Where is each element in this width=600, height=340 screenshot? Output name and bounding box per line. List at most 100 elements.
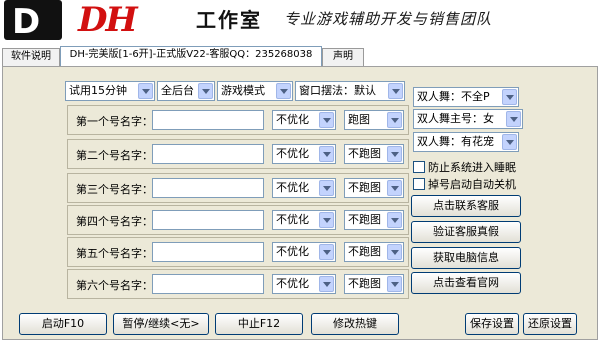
- account-label: 第四个号名字：: [76, 215, 153, 228]
- run-map-value: 不跑图: [348, 181, 381, 194]
- prevent-sleep-label: 防止系统进入睡眠: [428, 161, 516, 174]
- dance-p-select[interactable]: 双人舞：不全P: [413, 87, 519, 107]
- optimize-select-2[interactable]: 不优化: [272, 144, 336, 164]
- dance-pet-select[interactable]: 双人舞：有花宠: [413, 132, 519, 152]
- run-map-select-3[interactable]: 不跑图: [344, 178, 404, 198]
- reset-settings-button[interactable]: 还原设置: [523, 313, 577, 335]
- background-select[interactable]: 全后台: [157, 81, 215, 101]
- contact-support-button[interactable]: 点击联系客服: [411, 195, 521, 217]
- logo-letter: D: [12, 2, 41, 42]
- chevron-down-icon: [319, 146, 334, 162]
- edit-hotkey-button[interactable]: 修改热键: [311, 313, 399, 335]
- chevron-down-icon: [387, 146, 402, 162]
- chevron-down-icon: [138, 83, 153, 99]
- run-map-value: 不跑图: [348, 213, 381, 226]
- optimize-select-4[interactable]: 不优化: [272, 210, 336, 230]
- account-name-input-2[interactable]: [152, 144, 264, 164]
- dance-pet-value: 双人舞：有花宠: [417, 135, 494, 148]
- optimize-value: 不优化: [276, 181, 309, 194]
- optimize-select-6[interactable]: 不优化: [272, 274, 336, 294]
- account-row-6: 第六个号名字： 不优化 不跑图: [67, 269, 409, 299]
- run-map-value: 不跑图: [348, 245, 381, 258]
- run-map-select-2[interactable]: 不跑图: [344, 144, 404, 164]
- account-label: 第一个号名字：: [76, 115, 153, 128]
- optimize-value: 不优化: [276, 277, 309, 290]
- dance-p-value: 双人舞：不全P: [417, 90, 490, 103]
- run-map-select-6[interactable]: 不跑图: [344, 274, 404, 294]
- trial-value: 试用15分钟: [69, 84, 127, 97]
- window-layout-select[interactable]: 窗口摆法：默认: [295, 81, 405, 101]
- tab-software-info[interactable]: 软件说明: [2, 48, 60, 66]
- account-label: 第六个号名字：: [76, 279, 153, 292]
- run-map-value: 跑图: [348, 113, 370, 126]
- app-banner: D DH 工作室 专业游戏辅助开发与销售团队: [0, 0, 600, 44]
- chevron-down-icon: [319, 244, 334, 260]
- account-row-5: 第五个号名字： 不优化 不跑图: [67, 237, 409, 267]
- chevron-down-icon: [387, 180, 402, 196]
- optimize-select-1[interactable]: 不优化: [272, 110, 336, 130]
- account-label: 第三个号名字：: [76, 183, 153, 196]
- optimize-value: 不优化: [276, 245, 309, 258]
- chevron-down-icon: [387, 276, 402, 292]
- chevron-down-icon: [387, 244, 402, 260]
- account-row-3: 第三个号名字： 不优化 不跑图: [67, 173, 409, 203]
- chevron-down-icon: [319, 180, 334, 196]
- account-label: 第五个号名字：: [76, 247, 153, 260]
- prevent-sleep-checkbox[interactable]: 防止系统进入睡眠: [413, 159, 516, 175]
- get-pc-info-button[interactable]: 获取电脑信息: [411, 247, 521, 269]
- run-map-select-4[interactable]: 不跑图: [344, 210, 404, 230]
- chevron-down-icon: [319, 212, 334, 228]
- dance-main-select[interactable]: 双人舞主号：女: [413, 109, 523, 129]
- slogan: 专业游戏辅助开发与销售团队: [284, 10, 493, 28]
- chevron-down-icon: [319, 276, 334, 292]
- start-button[interactable]: 启动F10: [19, 313, 107, 335]
- account-row-1: 第一个号名字： 不优化 跑图: [67, 105, 409, 135]
- studio-title: 工作室: [196, 8, 262, 32]
- window-layout-value: 窗口摆法：默认: [299, 84, 376, 97]
- trial-select[interactable]: 试用15分钟: [65, 81, 155, 101]
- account-name-input-6[interactable]: [152, 274, 264, 294]
- account-name-input-1[interactable]: [152, 110, 264, 130]
- chevron-down-icon: [388, 83, 403, 99]
- save-settings-button[interactable]: 保存设置: [465, 313, 519, 335]
- auto-shutdown-checkbox[interactable]: 掉号启动自动关机: [413, 176, 516, 192]
- chevron-down-icon: [198, 83, 213, 99]
- optimize-value: 不优化: [276, 113, 309, 126]
- auto-shutdown-label: 掉号启动自动关机: [428, 178, 516, 191]
- chevron-down-icon: [502, 134, 517, 150]
- mode-value: 游戏模式: [221, 84, 265, 97]
- chevron-down-icon: [506, 111, 521, 127]
- verify-support-button[interactable]: 验证客服真假: [411, 221, 521, 243]
- chevron-down-icon: [387, 212, 402, 228]
- checkbox-icon: [413, 161, 425, 173]
- account-row-2: 第二个号名字： 不优化 不跑图: [67, 139, 409, 169]
- dance-main-value: 双人舞主号：女: [417, 112, 494, 125]
- account-label: 第二个号名字：: [76, 149, 153, 162]
- optimize-value: 不优化: [276, 213, 309, 226]
- run-map-value: 不跑图: [348, 147, 381, 160]
- run-map-select-1[interactable]: 跑图: [344, 110, 404, 130]
- chevron-down-icon: [319, 112, 334, 128]
- run-map-value: 不跑图: [348, 277, 381, 290]
- mode-select[interactable]: 游戏模式: [217, 81, 293, 101]
- main-panel: 试用15分钟 全后台 游戏模式 窗口摆法：默认 第一个号名字： 不优化 跑图 第…: [2, 66, 598, 340]
- account-name-input-4[interactable]: [152, 210, 264, 230]
- chevron-down-icon: [502, 89, 517, 105]
- chevron-down-icon: [276, 83, 291, 99]
- pause-resume-button[interactable]: 暂停/继续<无>: [113, 313, 209, 335]
- run-map-select-5[interactable]: 不跑图: [344, 242, 404, 262]
- brand-logo: DH: [78, 0, 138, 40]
- account-name-input-3[interactable]: [152, 178, 264, 198]
- background-value: 全后台: [161, 84, 194, 97]
- optimize-value: 不优化: [276, 147, 309, 160]
- logo: D: [4, 0, 62, 42]
- optimize-select-3[interactable]: 不优化: [272, 178, 336, 198]
- tab-main-version[interactable]: DH-完美版[1-6开]-正式版V22-客服QQ：235268038: [60, 46, 322, 66]
- view-website-button[interactable]: 点击查看官网: [411, 272, 521, 294]
- tab-statement[interactable]: 声明: [322, 48, 364, 66]
- account-name-input-5[interactable]: [152, 242, 264, 262]
- account-row-4: 第四个号名字： 不优化 不跑图: [67, 205, 409, 235]
- stop-button[interactable]: 中止F12: [215, 313, 303, 335]
- optimize-select-5[interactable]: 不优化: [272, 242, 336, 262]
- chevron-down-icon: [387, 112, 402, 128]
